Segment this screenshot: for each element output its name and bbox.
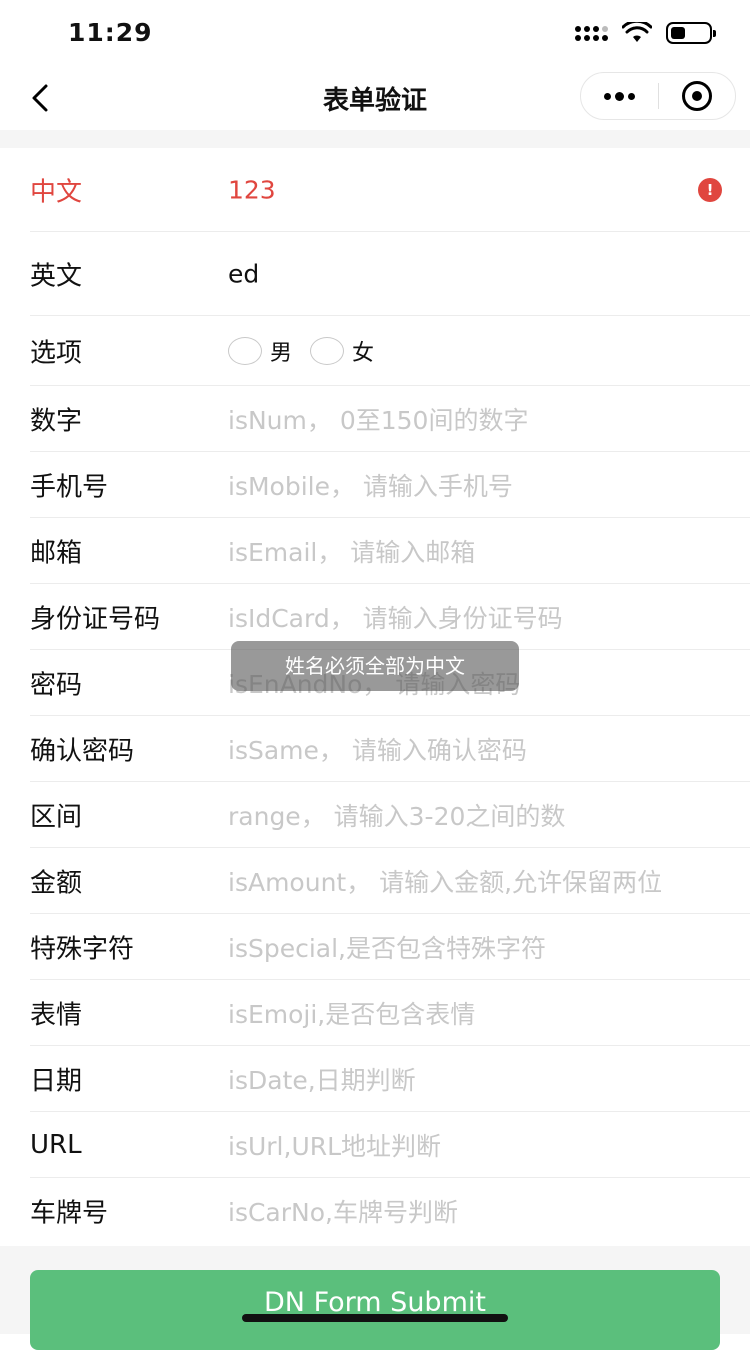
more-options-icon[interactable] [581, 72, 658, 120]
validation-form: 中文 123 ! 英文 ed 选项 男 女 数字 isNum， 0至150间的数… [0, 148, 750, 1244]
range-input[interactable]: range， 请输入3-20之间的数 [228, 797, 565, 833]
submit-button[interactable]: DN Form Submit [30, 1270, 720, 1350]
field-label: 身份证号码 [30, 604, 161, 634]
form-row-amount: 金额 isAmount， 请输入金额,允许保留两位 [30, 848, 750, 914]
form-row-car-number: 车牌号 isCarNo,车牌号判断 [30, 1178, 750, 1244]
field-label: 邮箱 [30, 538, 83, 568]
radio-female[interactable]: 女 [310, 335, 374, 367]
section-gap [0, 130, 750, 148]
email-input[interactable]: isEmail， 请输入邮箱 [228, 533, 475, 569]
radio-label: 男 [270, 340, 293, 366]
nav-bar: 表单验证 [0, 64, 750, 130]
radio-circle[interactable] [310, 336, 345, 365]
wifi-icon [622, 22, 652, 42]
english-input[interactable]: ed [228, 259, 259, 288]
radio-male[interactable]: 男 [228, 335, 292, 367]
capsule-menu [580, 72, 736, 120]
field-label: 金额 [30, 868, 83, 898]
field-label: 表情 [30, 1000, 83, 1030]
field-label: 英文 [30, 261, 83, 291]
gender-radio-group: 男 女 [228, 335, 374, 367]
field-label: 区间 [30, 802, 83, 832]
field-label: URL [30, 1129, 82, 1160]
signal-icon [575, 25, 608, 41]
validation-toast: 姓名必须全部为中文 [231, 641, 519, 691]
radio-label: 女 [352, 340, 375, 366]
car-number-input[interactable]: isCarNo,车牌号判断 [228, 1193, 458, 1229]
number-input[interactable]: isNum， 0至150间的数字 [228, 401, 528, 437]
field-label: 中文 [30, 177, 83, 207]
form-row-emoji: 表情 isEmoji,是否包含表情 [30, 980, 750, 1046]
form-row-number: 数字 isNum， 0至150间的数字 [30, 386, 750, 452]
field-label: 日期 [30, 1066, 83, 1096]
form-row-url: URL isUrl,URL地址判断 [30, 1112, 750, 1178]
form-row-options: 选项 男 女 [30, 316, 750, 386]
special-input[interactable]: isSpecial,是否包含特殊字符 [228, 929, 546, 965]
form-row-mobile: 手机号 isMobile， 请输入手机号 [30, 452, 750, 518]
date-input[interactable]: isDate,日期判断 [228, 1061, 416, 1097]
mobile-input[interactable]: isMobile， 请输入手机号 [228, 467, 513, 503]
form-row-special: 特殊字符 isSpecial,是否包含特殊字符 [30, 914, 750, 980]
form-row-date: 日期 isDate,日期判断 [30, 1046, 750, 1112]
close-miniprogram-icon[interactable] [659, 72, 736, 120]
status-bar: 11:29 [0, 0, 750, 64]
radio-circle[interactable] [228, 336, 262, 365]
chinese-input[interactable]: 123 [228, 175, 276, 204]
field-label: 选项 [30, 338, 83, 368]
idcard-input[interactable]: isIdCard， 请输入身份证号码 [228, 599, 563, 635]
form-row-email: 邮箱 isEmail， 请输入邮箱 [30, 518, 750, 584]
field-label: 手机号 [30, 472, 109, 502]
url-input[interactable]: isUrl,URL地址判断 [228, 1127, 441, 1163]
field-label: 特殊字符 [30, 934, 135, 964]
field-label: 数字 [30, 406, 83, 436]
form-row-english: 英文 ed [30, 232, 750, 316]
home-indicator [242, 1314, 508, 1322]
field-label: 密码 [30, 670, 83, 700]
form-row-chinese: 中文 123 ! [30, 148, 750, 232]
form-row-confirm-password: 确认密码 isSame， 请输入确认密码 [30, 716, 750, 782]
emoji-input[interactable]: isEmoji,是否包含表情 [228, 995, 475, 1031]
status-time: 11:29 [68, 18, 153, 47]
form-row-range: 区间 range， 请输入3-20之间的数 [30, 782, 750, 848]
amount-input[interactable]: isAmount， 请输入金额,允许保留两位 [228, 863, 748, 899]
status-icons [575, 22, 716, 44]
field-label: 确认密码 [30, 736, 135, 766]
battery-icon [666, 22, 716, 44]
confirm-password-input[interactable]: isSame， 请输入确认密码 [228, 731, 527, 767]
error-icon: ! [698, 177, 722, 202]
field-label: 车牌号 [30, 1198, 109, 1229]
